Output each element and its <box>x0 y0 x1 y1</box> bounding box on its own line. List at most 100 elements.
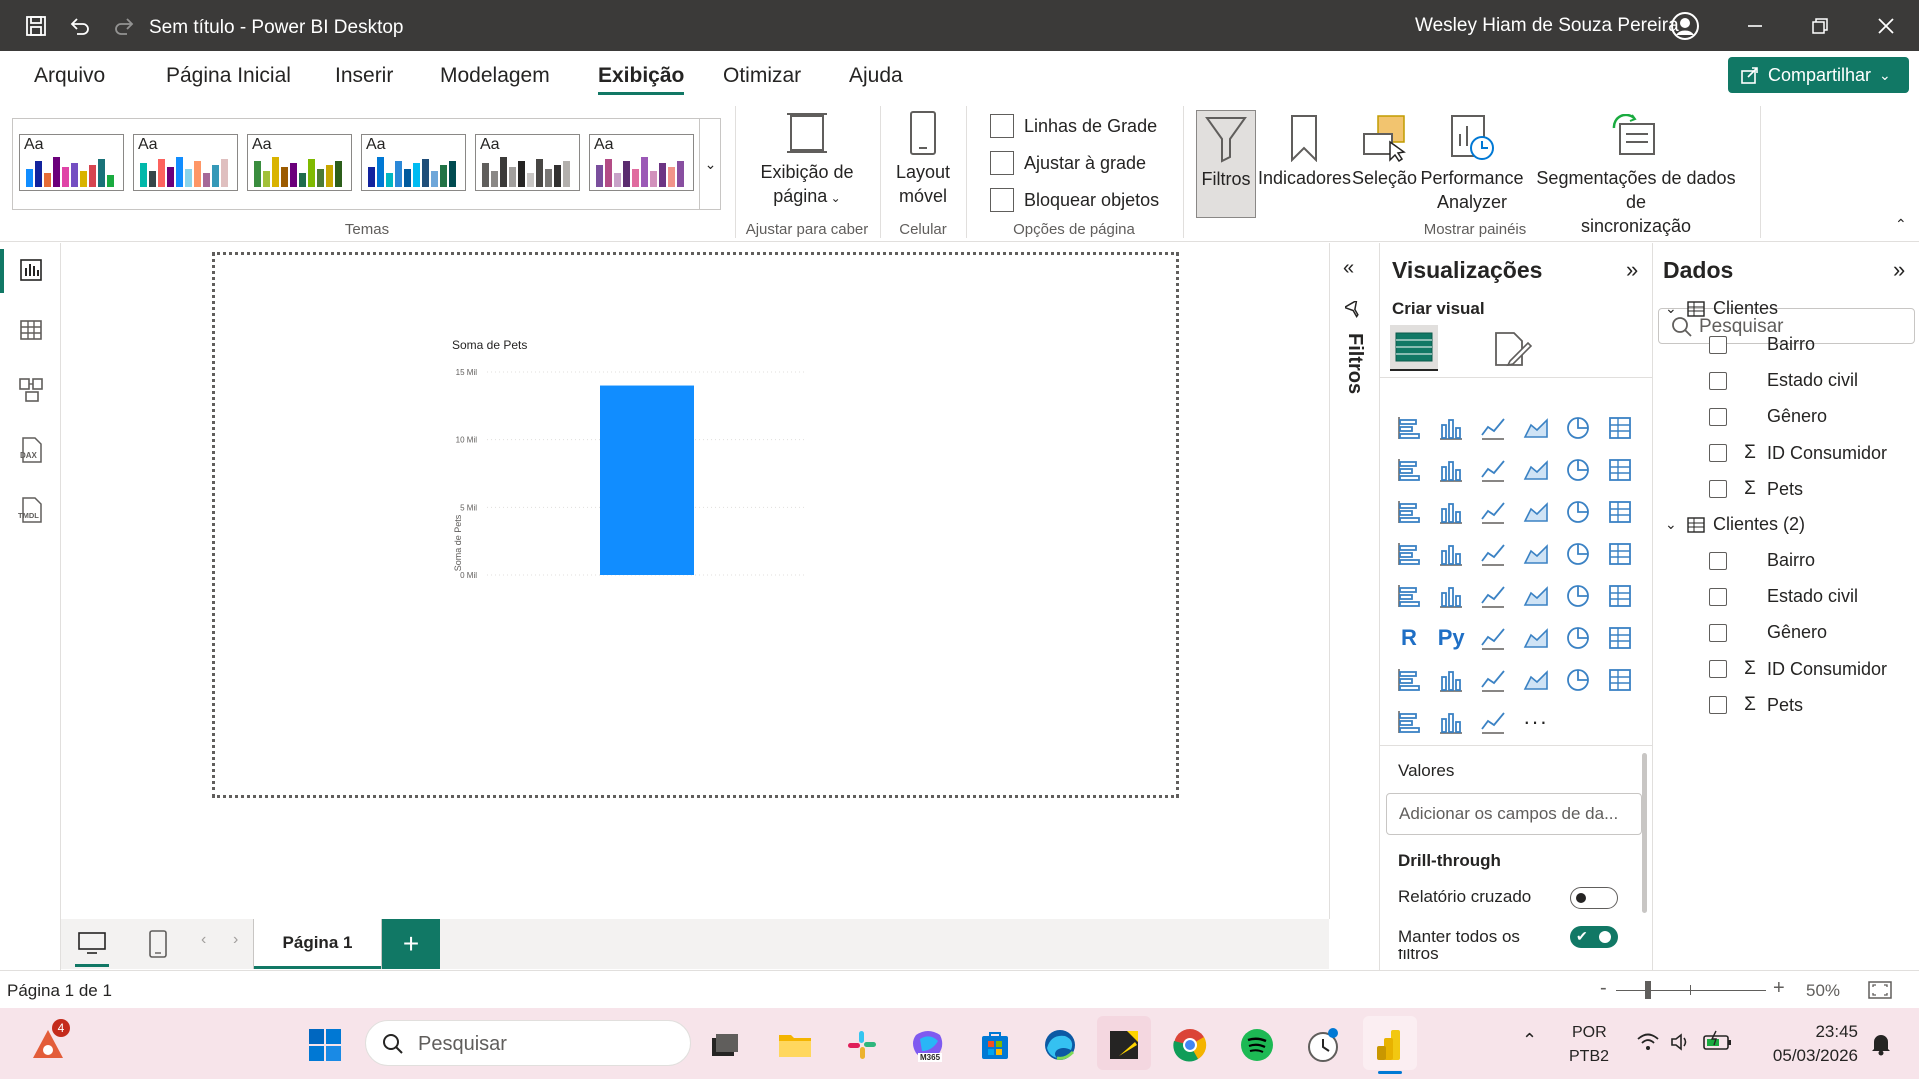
theme-gallery-chevron-icon[interactable]: ⌄ <box>699 118 721 210</box>
field-checkbox[interactable] <box>1709 444 1727 462</box>
add-page-button[interactable]: + <box>382 919 440 969</box>
next-page-icon[interactable]: › <box>233 931 238 949</box>
gauge-icon[interactable] <box>1561 537 1595 571</box>
metrics-icon[interactable] <box>1392 663 1426 697</box>
table-icon[interactable] <box>1561 579 1595 613</box>
pie-chart-icon[interactable] <box>1561 495 1595 529</box>
snap-to-grid-checkbox[interactable]: Ajustar à grade <box>990 151 1146 175</box>
model-view-icon[interactable] <box>14 373 48 407</box>
sync-slicers-button[interactable]: Segmentações de dados de sincronização <box>1526 110 1746 238</box>
redo-icon[interactable] <box>110 12 138 40</box>
field-item[interactable]: Estado civil <box>1709 586 1858 607</box>
field-item[interactable]: Bairro <box>1709 550 1815 571</box>
qa-icon[interactable] <box>1561 621 1595 655</box>
menu-inserir[interactable]: Inserir <box>335 64 393 88</box>
field-item[interactable]: Σ ID Consumidor <box>1709 658 1887 680</box>
power-bi-icon[interactable] <box>1370 1025 1410 1074</box>
image-icon[interactable] <box>1603 663 1637 697</box>
menu-otimizar[interactable]: Otimizar <box>723 64 801 88</box>
python-visual-icon[interactable]: Py <box>1434 621 1468 655</box>
zoom-plus-button[interactable]: + <box>1773 977 1785 1000</box>
field-checkbox[interactable] <box>1709 696 1727 714</box>
language-line-1[interactable]: POR <box>1572 1024 1607 1042</box>
close-icon[interactable] <box>1866 10 1906 42</box>
clock-app-icon[interactable] <box>1303 1025 1343 1065</box>
more-visuals-icon[interactable]: ··· <box>1519 705 1553 739</box>
notification-app-icon[interactable]: 4 <box>28 1019 70 1065</box>
field-item[interactable]: Estado civil <box>1709 370 1858 391</box>
button-slicer-icon[interactable] <box>1561 663 1595 697</box>
zoom-minus-button[interactable]: - <box>1600 977 1607 1000</box>
theme-option-4[interactable]: Aa <box>361 134 466 191</box>
field-item[interactable]: Σ Pets <box>1709 694 1803 716</box>
theme-option-1[interactable]: Aa <box>19 134 124 191</box>
taskbar-time[interactable]: 23:45 <box>1778 1022 1858 1042</box>
line-stacked-column-chart-icon[interactable] <box>1603 453 1637 487</box>
clustered-bar-chart-icon[interactable] <box>1476 411 1510 445</box>
kpi-icon[interactable] <box>1476 579 1510 613</box>
stacked-column-chart-icon[interactable] <box>1434 411 1468 445</box>
prev-page-icon[interactable]: ‹ <box>201 931 206 949</box>
chart-bar[interactable] <box>600 385 694 575</box>
menu-pagina-inicial[interactable]: Página Inicial <box>166 64 291 88</box>
scatter-chart-icon[interactable] <box>1519 495 1553 529</box>
cross-report-toggle[interactable] <box>1570 887 1618 909</box>
visual-container[interactable]: Soma de Pets Soma de Pets 15 Mil 10 Mil 5 … <box>212 252 1179 798</box>
restore-icon[interactable] <box>1800 10 1840 42</box>
share-button[interactable]: Compartilhar ⌄ <box>1728 57 1909 93</box>
field-item[interactable]: Bairro <box>1709 334 1815 355</box>
field-item[interactable]: Σ Pets <box>1709 478 1803 500</box>
stacked-bar-chart-icon[interactable] <box>1392 411 1426 445</box>
field-item[interactable]: Gênero <box>1709 406 1827 427</box>
narrative-icon[interactable] <box>1476 705 1510 739</box>
store-icon[interactable] <box>975 1025 1015 1065</box>
line-chart-icon[interactable] <box>1392 453 1426 487</box>
tmdl-view-icon[interactable]: TMDL <box>14 493 48 527</box>
language-line-2[interactable]: PTB2 <box>1569 1048 1609 1066</box>
taskbar-date[interactable]: 05/03/2026 <box>1758 1046 1858 1066</box>
slicer-icon[interactable] <box>1519 579 1553 613</box>
build-visual-tab[interactable] <box>1390 325 1438 371</box>
wifi-icon[interactable] <box>1636 1032 1660 1057</box>
map-icon[interactable] <box>1434 537 1468 571</box>
collapse-viz-icon[interactable]: » <box>1626 257 1638 283</box>
stacked-area-chart-icon[interactable] <box>1476 453 1510 487</box>
donut-chart-icon[interactable] <box>1603 495 1637 529</box>
filters-pane-button[interactable]: Filtros <box>1196 110 1256 218</box>
decomposition-tree-icon[interactable] <box>1519 621 1553 655</box>
field-item[interactable]: Σ ID Consumidor <box>1709 442 1887 464</box>
field-checkbox[interactable] <box>1709 623 1727 642</box>
performance-analyzer-button[interactable]: Performance Analyzer <box>1418 110 1526 214</box>
menu-exibicao[interactable]: Exibição <box>598 64 685 95</box>
lock-objects-checkbox[interactable]: Bloquear objetos <box>990 188 1159 212</box>
slack-icon[interactable] <box>842 1025 882 1065</box>
dax-query-view-icon[interactable]: DAX <box>14 433 48 467</box>
card-new-icon[interactable] <box>1603 537 1637 571</box>
ribbon-chart-icon[interactable] <box>1392 495 1426 529</box>
theme-option-2[interactable]: Aa <box>133 134 238 191</box>
theme-option-5[interactable]: Aa <box>475 134 580 191</box>
mobile-layout-button[interactable]: Layout móvel <box>888 110 958 208</box>
show-hidden-icons-icon[interactable]: ⌃ <box>1522 1030 1537 1051</box>
power-automate-2-icon[interactable] <box>1392 705 1426 739</box>
selection-pane-button[interactable]: Seleção <box>1352 110 1417 190</box>
chevron-down-icon[interactable]: ⌄ <box>1665 516 1687 533</box>
desktop-layout-icon[interactable] <box>75 931 109 967</box>
smart-narrative-icon[interactable] <box>1434 663 1468 697</box>
100-stacked-column-chart-icon[interactable] <box>1603 411 1637 445</box>
mobile-layout-icon[interactable] <box>148 929 168 964</box>
spotify-icon[interactable] <box>1237 1025 1277 1065</box>
100-stacked-area-chart-icon[interactable] <box>1519 453 1553 487</box>
taskbar-search[interactable]: Pesquisar <box>365 1020 691 1066</box>
save-icon[interactable] <box>22 12 50 40</box>
format-visual-icon[interactable] <box>1492 331 1533 372</box>
viz-scrollbar[interactable] <box>1642 753 1647 913</box>
page-tab-1[interactable]: Página 1 <box>254 919 381 969</box>
expand-filters-icon[interactable]: « <box>1343 257 1354 280</box>
onelake-icon[interactable] <box>1434 705 1468 739</box>
collapse-data-icon[interactable]: » <box>1893 257 1905 283</box>
100-stacked-bar-chart-icon[interactable] <box>1561 411 1595 445</box>
notification-bell-icon[interactable] <box>1870 1032 1892 1061</box>
clustered-column-chart-icon[interactable] <box>1519 411 1553 445</box>
menu-modelagem[interactable]: Modelagem <box>440 64 550 88</box>
